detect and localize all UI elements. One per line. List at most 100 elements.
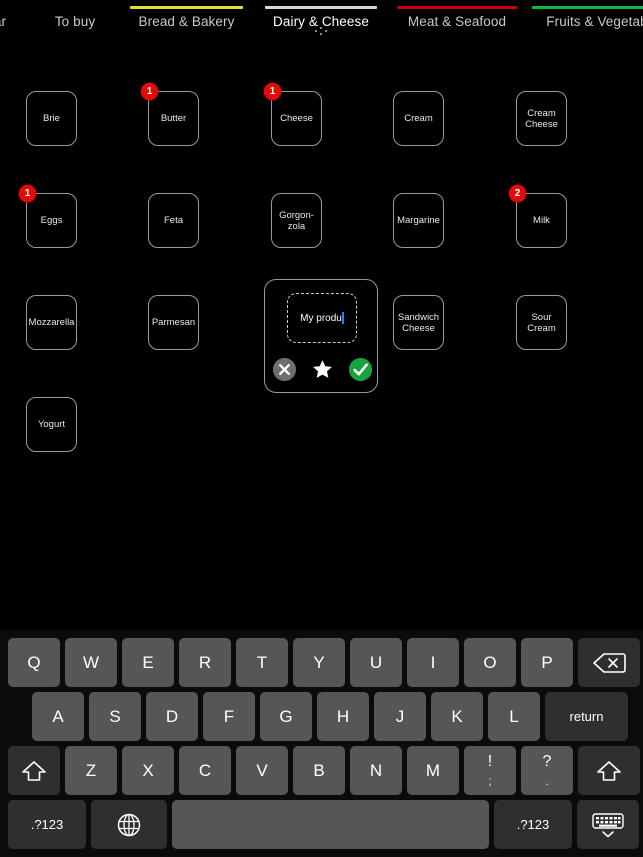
- product-name-input[interactable]: My produ: [287, 293, 357, 343]
- key-b[interactable]: B: [293, 746, 345, 795]
- quantity-badge: 1: [19, 185, 36, 202]
- key-x[interactable]: X: [122, 746, 174, 795]
- close-x-icon: [272, 357, 296, 381]
- key-f[interactable]: F: [203, 692, 255, 741]
- key-v[interactable]: V: [236, 746, 288, 795]
- hide-keyboard-icon: [592, 812, 624, 837]
- tab-to-buy[interactable]: To buy: [32, 0, 118, 46]
- key-p[interactable]: P: [521, 638, 573, 687]
- tab-meat-seafood[interactable]: Meat & Seafood: [397, 0, 517, 46]
- product-tile[interactable]: Butter 1: [141, 83, 199, 146]
- key-z[interactable]: Z: [65, 746, 117, 795]
- return-key[interactable]: return: [545, 692, 628, 741]
- key-t[interactable]: T: [236, 638, 288, 687]
- key-i[interactable]: I: [407, 638, 459, 687]
- key-e[interactable]: E: [122, 638, 174, 687]
- new-product-popup[interactable]: My produ: [264, 279, 378, 393]
- backspace-key[interactable]: [578, 638, 640, 687]
- shift-key-left[interactable]: [8, 746, 60, 795]
- key-j[interactable]: J: [374, 692, 426, 741]
- product-tile[interactable]: Mozzarella: [26, 295, 77, 350]
- key-l[interactable]: L: [488, 692, 540, 741]
- key-n[interactable]: N: [350, 746, 402, 795]
- tab-dairy-cheese[interactable]: Dairy & Cheese: [265, 0, 377, 46]
- confirm-button[interactable]: [348, 357, 372, 381]
- category-tab-bar[interactable]: ar To buy Bread & Bakery Dairy & Cheese Meat…: [0, 0, 643, 46]
- key-h[interactable]: H: [317, 692, 369, 741]
- product-tile-label: Mozzarella: [28, 317, 75, 328]
- product-tile[interactable]: Feta: [148, 193, 199, 248]
- keyboard-row-1: Q W ERTYU I O P: [0, 638, 643, 687]
- key-s[interactable]: S: [89, 692, 141, 741]
- numeric-switch-key-left[interactable]: .?123: [8, 800, 86, 849]
- key-label: W: [82, 652, 100, 672]
- space-key[interactable]: [172, 800, 489, 849]
- key-label-top: !: [487, 753, 493, 770]
- product-tile[interactable]: Milk 2: [509, 185, 567, 248]
- hide-keyboard-key[interactable]: [577, 800, 639, 849]
- numeric-switch-key-right[interactable]: .?123: [494, 800, 572, 849]
- product-tile-label: Margarine: [397, 215, 440, 226]
- key-r[interactable]: R: [179, 638, 231, 687]
- product-tile-label: Parmesan: [151, 317, 196, 328]
- tab-color-rule: [265, 6, 377, 9]
- product-tile[interactable]: Cream Cheese: [516, 91, 567, 146]
- key-w[interactable]: W: [65, 638, 117, 687]
- product-tile[interactable]: Sour Cream: [516, 295, 567, 350]
- checkmark-icon: [348, 357, 372, 381]
- key-label: V: [256, 760, 268, 780]
- exclamation-semicolon-key[interactable]: !;: [464, 746, 516, 795]
- favorite-button[interactable]: [310, 357, 334, 381]
- product-tile[interactable]: Cream: [393, 91, 444, 146]
- product-tile-label: Butter: [160, 113, 187, 124]
- key-label: O: [483, 652, 497, 672]
- tab-label: Bread & Bakery: [138, 14, 235, 29]
- quantity-badge: 1: [264, 83, 281, 100]
- product-tile[interactable]: Parmesan: [148, 295, 199, 350]
- product-tile[interactable]: Brie: [26, 91, 77, 146]
- cancel-button[interactable]: [272, 357, 296, 381]
- globe-key[interactable]: [91, 800, 167, 849]
- key-y[interactable]: Y: [293, 638, 345, 687]
- shift-key-right[interactable]: [578, 746, 640, 795]
- tab-fruits-vegetab[interactable]: Fruits & Vegetab: [532, 0, 643, 46]
- product-tile[interactable]: Margarine: [393, 193, 444, 248]
- text-caret: [341, 312, 344, 324]
- product-tile[interactable]: Cheese 1: [264, 83, 322, 146]
- key-o[interactable]: O: [464, 638, 516, 687]
- key-m[interactable]: M: [407, 746, 459, 795]
- product-tile-label: Cream: [404, 113, 433, 124]
- shift-arrow-icon: [597, 760, 621, 781]
- key-label: P: [541, 652, 553, 672]
- key-label: .?123: [516, 817, 550, 832]
- product-tile[interactable]: Sandwich Cheese: [393, 295, 444, 350]
- product-tile[interactable]: Eggs 1: [19, 185, 77, 248]
- product-name-value: My produ: [300, 312, 342, 324]
- key-u[interactable]: U: [350, 638, 402, 687]
- key-label: M: [425, 760, 441, 780]
- question-period-key[interactable]: ?.: [521, 746, 573, 795]
- product-tile[interactable]: Gorgon-zola: [271, 193, 322, 248]
- key-d[interactable]: D: [146, 692, 198, 741]
- tab-ar[interactable]: ar: [0, 0, 30, 46]
- tab-label: ar: [0, 14, 7, 29]
- key-label: S: [109, 706, 121, 726]
- product-tile[interactable]: Yogurt: [26, 397, 77, 452]
- product-tile-label: Brie: [43, 113, 60, 124]
- tab-bread-bakery[interactable]: Bread & Bakery: [130, 0, 243, 46]
- key-label: F: [223, 706, 235, 726]
- key-q[interactable]: Q: [8, 638, 60, 687]
- key-c[interactable]: C: [179, 746, 231, 795]
- product-tile-label: Eggs: [40, 215, 63, 226]
- key-label: K: [451, 706, 463, 726]
- key-g[interactable]: G: [260, 692, 312, 741]
- key-k[interactable]: K: [431, 692, 483, 741]
- key-label: I: [430, 652, 436, 672]
- on-screen-keyboard[interactable]: Q W E R T Y U I O P A S D F G H J K Lreturn Z X C V B N M!;?. .?12…: [0, 630, 643, 857]
- tab-color-rule: [32, 6, 118, 9]
- keyboard-row-2: A S D F G H J K Lreturn: [0, 692, 643, 741]
- key-a[interactable]: A: [32, 692, 84, 741]
- tab-label: Meat & Seafood: [407, 14, 507, 29]
- keyboard-row-3: Z X C V B N M!;?.: [0, 746, 643, 795]
- key-label: Z: [85, 760, 97, 780]
